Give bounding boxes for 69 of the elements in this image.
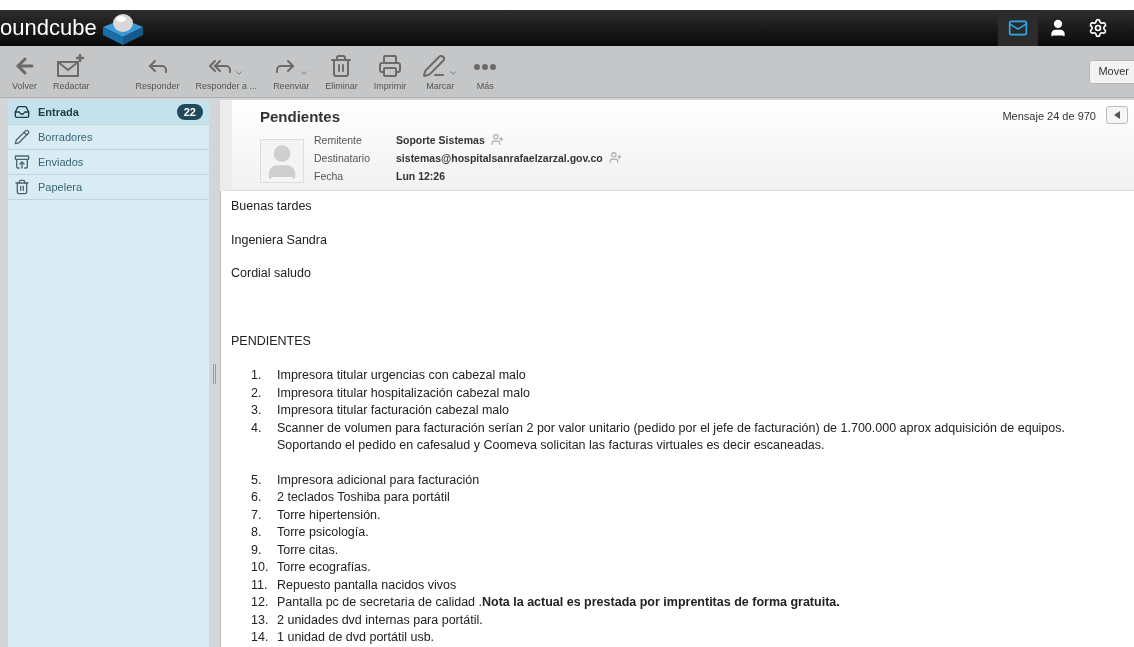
list-number: 10. xyxy=(251,559,270,576)
list-item-text: 2 teclados Toshiba para portátil xyxy=(277,489,450,506)
logo-text: oundcube xyxy=(0,17,97,39)
list-number: 14. xyxy=(251,629,270,646)
message-counter: Mensaje 24 de 970 xyxy=(1002,109,1096,124)
toolbar-button[interactable]: Imprimir xyxy=(369,49,411,94)
body-paragraph: Cordial saludo xyxy=(231,265,312,282)
header-field-label: Fecha xyxy=(314,168,345,184)
list-item-text: Impresora titular urgencias con cabezal malo xyxy=(277,367,526,384)
trash-icon xyxy=(14,179,30,195)
unread-count-badge: 22 xyxy=(176,104,203,120)
pen-icon xyxy=(422,54,447,78)
list-number: 12. xyxy=(251,594,270,611)
toolbar-button[interactable]: Volver xyxy=(8,49,41,94)
list-item-text: Impresora adicional para facturación xyxy=(277,471,480,489)
list-number: 3. xyxy=(251,402,263,419)
header-field-value: Soporte Sistemas xyxy=(396,132,485,148)
folder-item[interactable]: Papelera xyxy=(8,175,209,200)
list-item-text: Scanner de volumen para facturación serían 2 por valor unitario (pedido por el jefe de facturación) de 1.700.000 aprox adquisición de equipos. Soportando el pedido en cafesalud y Coomeva solicitan las facturas virtuales es decir escaneadas. xyxy=(277,419,1066,454)
list-number: 9. xyxy=(251,541,263,559)
folder-item[interactable]: Enviados xyxy=(8,150,209,175)
toolbar-button[interactable]: Responder xyxy=(131,49,184,94)
body-paragraph: Ingeniera Sandra xyxy=(231,231,328,249)
body-paragraph: Buenas tardes xyxy=(231,198,313,215)
header-field-label: Remitente xyxy=(314,132,363,148)
list-number: 6. xyxy=(251,489,263,506)
dots-icon xyxy=(474,64,497,70)
list-number: 5. xyxy=(251,471,263,489)
list-item-text: Pantalla pc de secretaria de calidad .Nota la actual es prestada por imprentitas de forma gratuita. xyxy=(277,594,840,611)
list-number: 2. xyxy=(251,384,263,402)
list-item-text: Torre psicología. xyxy=(277,524,369,541)
list-item-text: Torre ecografías. xyxy=(277,559,371,576)
move-button[interactable]: Mover xyxy=(1089,59,1134,84)
list-number: 7. xyxy=(251,506,263,524)
left-triangle-icon xyxy=(1114,111,1120,119)
list-number: 11. xyxy=(251,576,269,594)
section-heading: PENDIENTES xyxy=(231,332,312,350)
folder-item[interactable]: Borradores xyxy=(8,125,209,150)
trash-icon xyxy=(329,54,354,78)
avatar-placeholder xyxy=(260,138,304,183)
toolbar-button[interactable]: Marcar xyxy=(418,49,463,94)
pencil-icon xyxy=(14,129,30,145)
header-field-value: Lun 12:26 xyxy=(396,168,446,184)
previous-message-button[interactable] xyxy=(1106,106,1128,124)
message-subject: Pendientes xyxy=(260,107,342,127)
list-number: 4. xyxy=(251,419,263,437)
toolbar-button[interactable]: Responder a ... xyxy=(191,49,262,94)
list-number: 1. xyxy=(251,367,263,384)
list-item-text: 1 unidad de dvd portátil usb. xyxy=(277,629,435,646)
folder-item[interactable]: Entrada 22 xyxy=(8,100,209,125)
envelope-plus-icon xyxy=(57,54,86,78)
toolbar-button[interactable]: Eliminar xyxy=(321,49,362,94)
cube-logo-icon xyxy=(100,11,145,45)
toolbar-button[interactable]: Más xyxy=(470,49,501,94)
list-number: 13. xyxy=(251,611,270,629)
list-item-text: Impresora titular facturación cabezal malo xyxy=(277,402,510,419)
header-field-value: sistemas@hospitalsanrafaelzarzal.gov.co xyxy=(396,150,603,166)
list-item-text: Torre hipertensión. xyxy=(277,506,381,524)
outbox-icon xyxy=(14,154,30,170)
inbox-tray-icon xyxy=(14,104,30,120)
printer-icon xyxy=(377,54,402,78)
toolbar-button[interactable]: Reenviar xyxy=(269,49,314,94)
list-item-text: Repuesto pantalla nacidos vivos xyxy=(277,576,457,594)
list-item-text: 2 unidades dvd internas para portátil. xyxy=(277,611,483,629)
list-item-text: Torre citas. xyxy=(277,541,339,559)
header-field-label: Destinatario xyxy=(314,150,371,166)
list-item-text: Impresora titular hospitalización cabezal malo xyxy=(277,384,530,402)
list-number: 8. xyxy=(251,524,263,541)
toolbar-button[interactable]: Redactar xyxy=(49,49,94,94)
